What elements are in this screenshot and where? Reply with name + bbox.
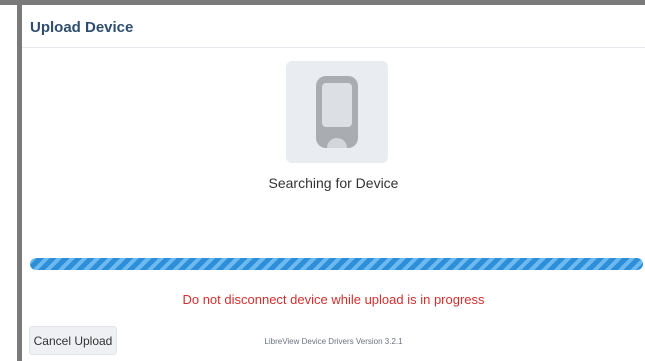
disconnect-warning: Do not disconnect device while upload is… [182,292,485,307]
dialog-title: Upload Device [30,19,134,36]
device-button [327,138,347,148]
device-image-tile [286,61,388,163]
status-text: Searching for Device [268,175,399,191]
driver-version-text: LibreView Device Drivers Version 3.2.1 [264,337,403,346]
dialog-header: Upload Device [22,5,645,48]
upload-device-dialog: Upload Device Searching for Device Do no… [22,5,645,361]
upload-progress-bar [30,258,643,270]
reader-device-icon [316,76,358,148]
device-screen [322,83,352,127]
